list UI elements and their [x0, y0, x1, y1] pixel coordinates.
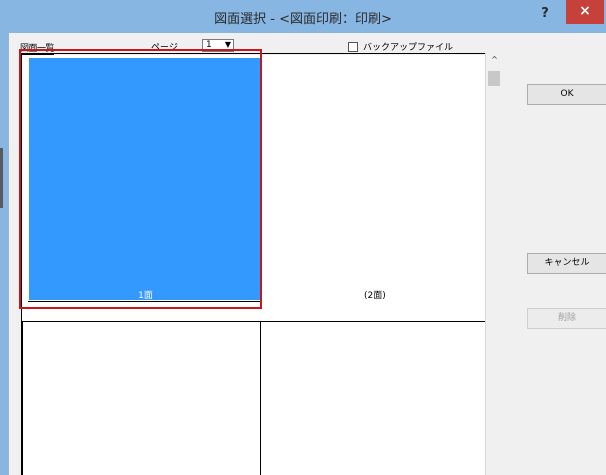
left-border-line — [22, 322, 23, 475]
scroll-up-arrow[interactable]: ^ — [486, 55, 503, 67]
backup-file-checkbox[interactable] — [348, 42, 358, 52]
backup-file-label: バックアップファイル — [363, 43, 454, 53]
cancel-button[interactable]: キャンセル — [527, 253, 606, 274]
window-title: 図面選択 - <図面印刷：印刷> — [214, 12, 392, 27]
ok-button[interactable]: OK — [527, 84, 606, 105]
help-button[interactable]: ? — [538, 5, 552, 23]
chevron-down-icon[interactable]: ▼ — [225, 40, 231, 49]
column-divider — [260, 322, 261, 475]
vertical-scrollbar[interactable]: ^ — [485, 53, 502, 475]
title-bar[interactable]: 図面選択 - <図面印刷：印刷> ? × — [0, 0, 606, 33]
drawing-thumbnail-2[interactable] — [262, 56, 495, 298]
scrollbar-thumb[interactable] — [488, 71, 500, 86]
close-button[interactable]: × — [566, 0, 604, 24]
left-edge-handle — [0, 148, 3, 208]
dialog-window: 図面選択 - <図面印刷：印刷> ? × 図面一覧 ページ 1 ▼ バックアップ… — [0, 0, 606, 475]
delete-button[interactable]: 削除 — [527, 308, 606, 329]
selection-highlight — [19, 49, 262, 309]
